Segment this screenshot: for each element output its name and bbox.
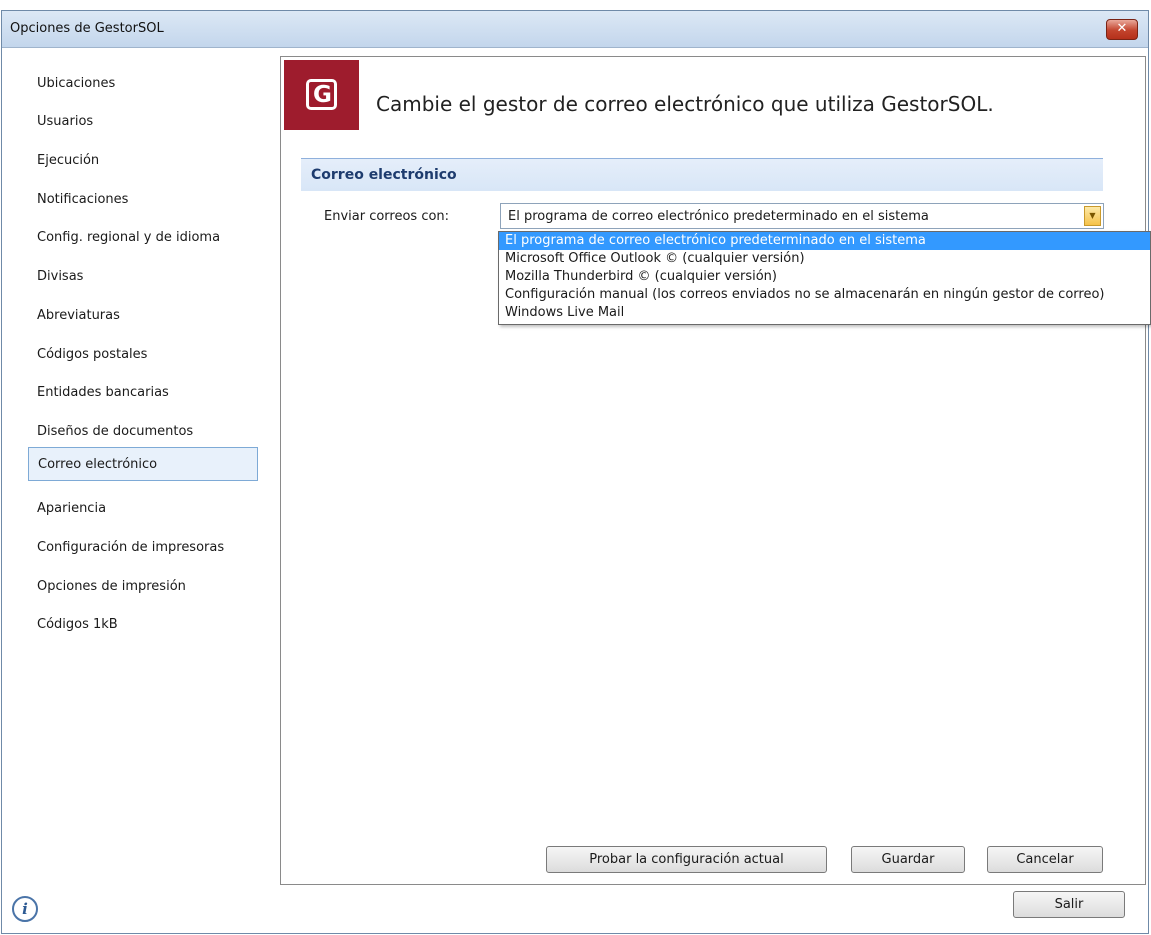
logo-letter: G	[313, 82, 332, 108]
send-with-label: Enviar correos con:	[324, 209, 450, 224]
info-icon[interactable]: i	[12, 896, 38, 922]
nav-item-opciones-impresion[interactable]: Opciones de impresión	[28, 570, 258, 604]
window-title: Opciones de GestorSOL	[10, 21, 164, 36]
title-bar: Opciones de GestorSOL ✕	[2, 11, 1148, 48]
mail-client-select[interactable]: El programa de correo electrónico predet…	[500, 203, 1104, 229]
exit-button[interactable]: Salir	[1013, 891, 1125, 918]
nav-item-apariencia[interactable]: Apariencia	[28, 492, 258, 526]
nav-item-config-impresoras[interactable]: Configuración de impresoras	[28, 531, 258, 565]
dropdown-option-live-mail[interactable]: Windows Live Mail	[499, 304, 1150, 322]
nav-item-abreviaturas[interactable]: Abreviaturas	[28, 299, 258, 333]
chevron-down-icon[interactable]: ▼	[1084, 206, 1101, 226]
section-title: Correo electrónico	[311, 167, 457, 183]
nav-item-disenos-documentos[interactable]: Diseños de documentos	[28, 415, 258, 449]
nav-item-ejecucion[interactable]: Ejecución	[28, 144, 258, 178]
nav-item-codigos-1kb[interactable]: Códigos 1kB	[28, 608, 258, 642]
nav-item-ubicaciones[interactable]: Ubicaciones	[28, 67, 258, 101]
section-header: Correo electrónico	[301, 158, 1103, 191]
nav-item-correo-electronico[interactable]: Correo electrónico	[28, 447, 258, 481]
dropdown-option-outlook[interactable]: Microsoft Office Outlook © (cualquier ve…	[499, 250, 1150, 268]
cancel-button[interactable]: Cancelar	[987, 846, 1103, 873]
nav-item-config-regional[interactable]: Config. regional y de idioma	[28, 221, 258, 255]
save-button[interactable]: Guardar	[851, 846, 965, 873]
dropdown-option-manual[interactable]: Configuración manual (los correos enviad…	[499, 286, 1150, 304]
nav-item-usuarios[interactable]: Usuarios	[28, 105, 258, 139]
dropdown-option-thunderbird[interactable]: Mozilla Thunderbird © (cualquier versión…	[499, 268, 1150, 286]
nav-item-codigos-postales[interactable]: Códigos postales	[28, 338, 258, 372]
nav-item-divisas[interactable]: Divisas	[28, 260, 258, 294]
nav-item-entidades-bancarias[interactable]: Entidades bancarias	[28, 376, 258, 410]
app-logo: G	[284, 60, 359, 130]
mail-client-dropdown-list: El programa de correo electrónico predet…	[498, 231, 1151, 325]
test-config-button[interactable]: Probar la configuración actual	[546, 846, 827, 873]
settings-panel: G Cambie el gestor de correo electrónico…	[280, 56, 1146, 885]
mail-client-value: El programa de correo electrónico predet…	[508, 209, 929, 224]
dropdown-option-default[interactable]: El programa de correo electrónico predet…	[499, 232, 1150, 250]
page-header: Cambie el gestor de correo electrónico q…	[376, 92, 994, 116]
options-window: Opciones de GestorSOL ✕ Ubicaciones Usua…	[1, 10, 1149, 934]
close-button[interactable]: ✕	[1106, 19, 1138, 40]
nav-item-notificaciones[interactable]: Notificaciones	[28, 183, 258, 217]
options-nav: Ubicaciones Usuarios Ejecución Notificac…	[2, 48, 274, 878]
logo-mark: G	[306, 79, 337, 110]
